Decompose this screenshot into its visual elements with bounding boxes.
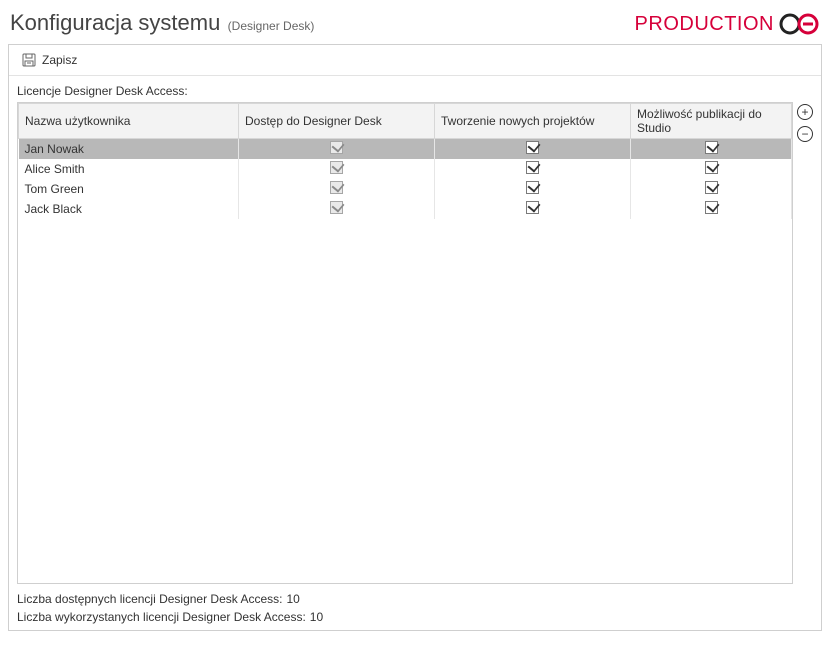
remove-row-button[interactable]: − [797, 126, 813, 142]
available-licenses-label: Liczba dostępnych licencji Designer Desk… [17, 592, 282, 606]
cell-access-checkbox [330, 161, 343, 174]
cell-create[interactable] [435, 179, 631, 199]
footer: Liczba dostępnych licencji Designer Desk… [9, 588, 821, 630]
licenses-section-label: Licencje Designer Desk Access: [17, 82, 813, 102]
cell-access-checkbox [330, 141, 343, 154]
cell-publish-checkbox[interactable] [705, 141, 718, 154]
table-header-row: Nazwa użytkownika Dostęp do Designer Des… [19, 104, 792, 139]
cell-publish[interactable] [631, 179, 792, 199]
table-row[interactable]: Alice Smith [19, 159, 792, 179]
cell-create-checkbox[interactable] [526, 141, 539, 154]
cell-create-checkbox[interactable] [526, 161, 539, 174]
page-title: Konfiguracja systemu [10, 10, 220, 35]
used-licenses-label: Liczba wykorzystanych licencji Designer … [17, 610, 306, 624]
minus-icon: − [801, 128, 808, 140]
col-access[interactable]: Dostęp do Designer Desk [239, 104, 435, 139]
col-create[interactable]: Tworzenie nowych projektów [435, 104, 631, 139]
cell-username[interactable]: Alice Smith [19, 159, 239, 179]
grid-actions: + − [793, 102, 813, 142]
table-row[interactable]: Tom Green [19, 179, 792, 199]
brand-logo-icon [778, 12, 820, 36]
cell-create-checkbox[interactable] [526, 201, 539, 214]
toolbar: Zapisz [9, 45, 821, 76]
cell-publish-checkbox[interactable] [705, 201, 718, 214]
page-header: Konfiguracja systemu (Designer Desk) PRO… [8, 6, 822, 44]
save-button[interactable]: Zapisz [17, 50, 81, 70]
col-publish[interactable]: Możliwość publikacji do Studio [631, 104, 792, 139]
save-icon [21, 52, 37, 68]
cell-publish[interactable] [631, 159, 792, 179]
licenses-grid[interactable]: Nazwa użytkownika Dostęp do Designer Des… [17, 102, 793, 584]
add-row-button[interactable]: + [797, 104, 813, 120]
cell-create[interactable] [435, 199, 631, 219]
available-licenses-value: 10 [286, 592, 299, 606]
cell-access [239, 179, 435, 199]
cell-create[interactable] [435, 159, 631, 179]
table-row[interactable]: Jack Black [19, 199, 792, 219]
cell-username[interactable]: Jan Nowak [19, 139, 239, 160]
cell-publish[interactable] [631, 139, 792, 160]
page-subtitle: (Designer Desk) [228, 19, 315, 33]
table-row[interactable]: Jan Nowak [19, 139, 792, 160]
brand-label: PRODUCTION [635, 13, 774, 36]
cell-access [239, 159, 435, 179]
save-button-label: Zapisz [42, 53, 77, 67]
licenses-section: Licencje Designer Desk Access: Nazwa uży… [9, 76, 821, 588]
cell-username[interactable]: Jack Black [19, 199, 239, 219]
main-panel: Zapisz Licencje Designer Desk Access: [8, 44, 822, 631]
cell-username[interactable]: Tom Green [19, 179, 239, 199]
cell-access-checkbox [330, 201, 343, 214]
cell-publish-checkbox[interactable] [705, 181, 718, 194]
cell-publish-checkbox[interactable] [705, 161, 718, 174]
used-licenses-value: 10 [310, 610, 323, 624]
plus-icon: + [801, 106, 808, 118]
cell-access-checkbox [330, 181, 343, 194]
cell-access [239, 199, 435, 219]
cell-create[interactable] [435, 139, 631, 160]
cell-publish[interactable] [631, 199, 792, 219]
cell-create-checkbox[interactable] [526, 181, 539, 194]
col-username[interactable]: Nazwa użytkownika [19, 104, 239, 139]
cell-access [239, 139, 435, 160]
brand-block: PRODUCTION [635, 12, 820, 36]
